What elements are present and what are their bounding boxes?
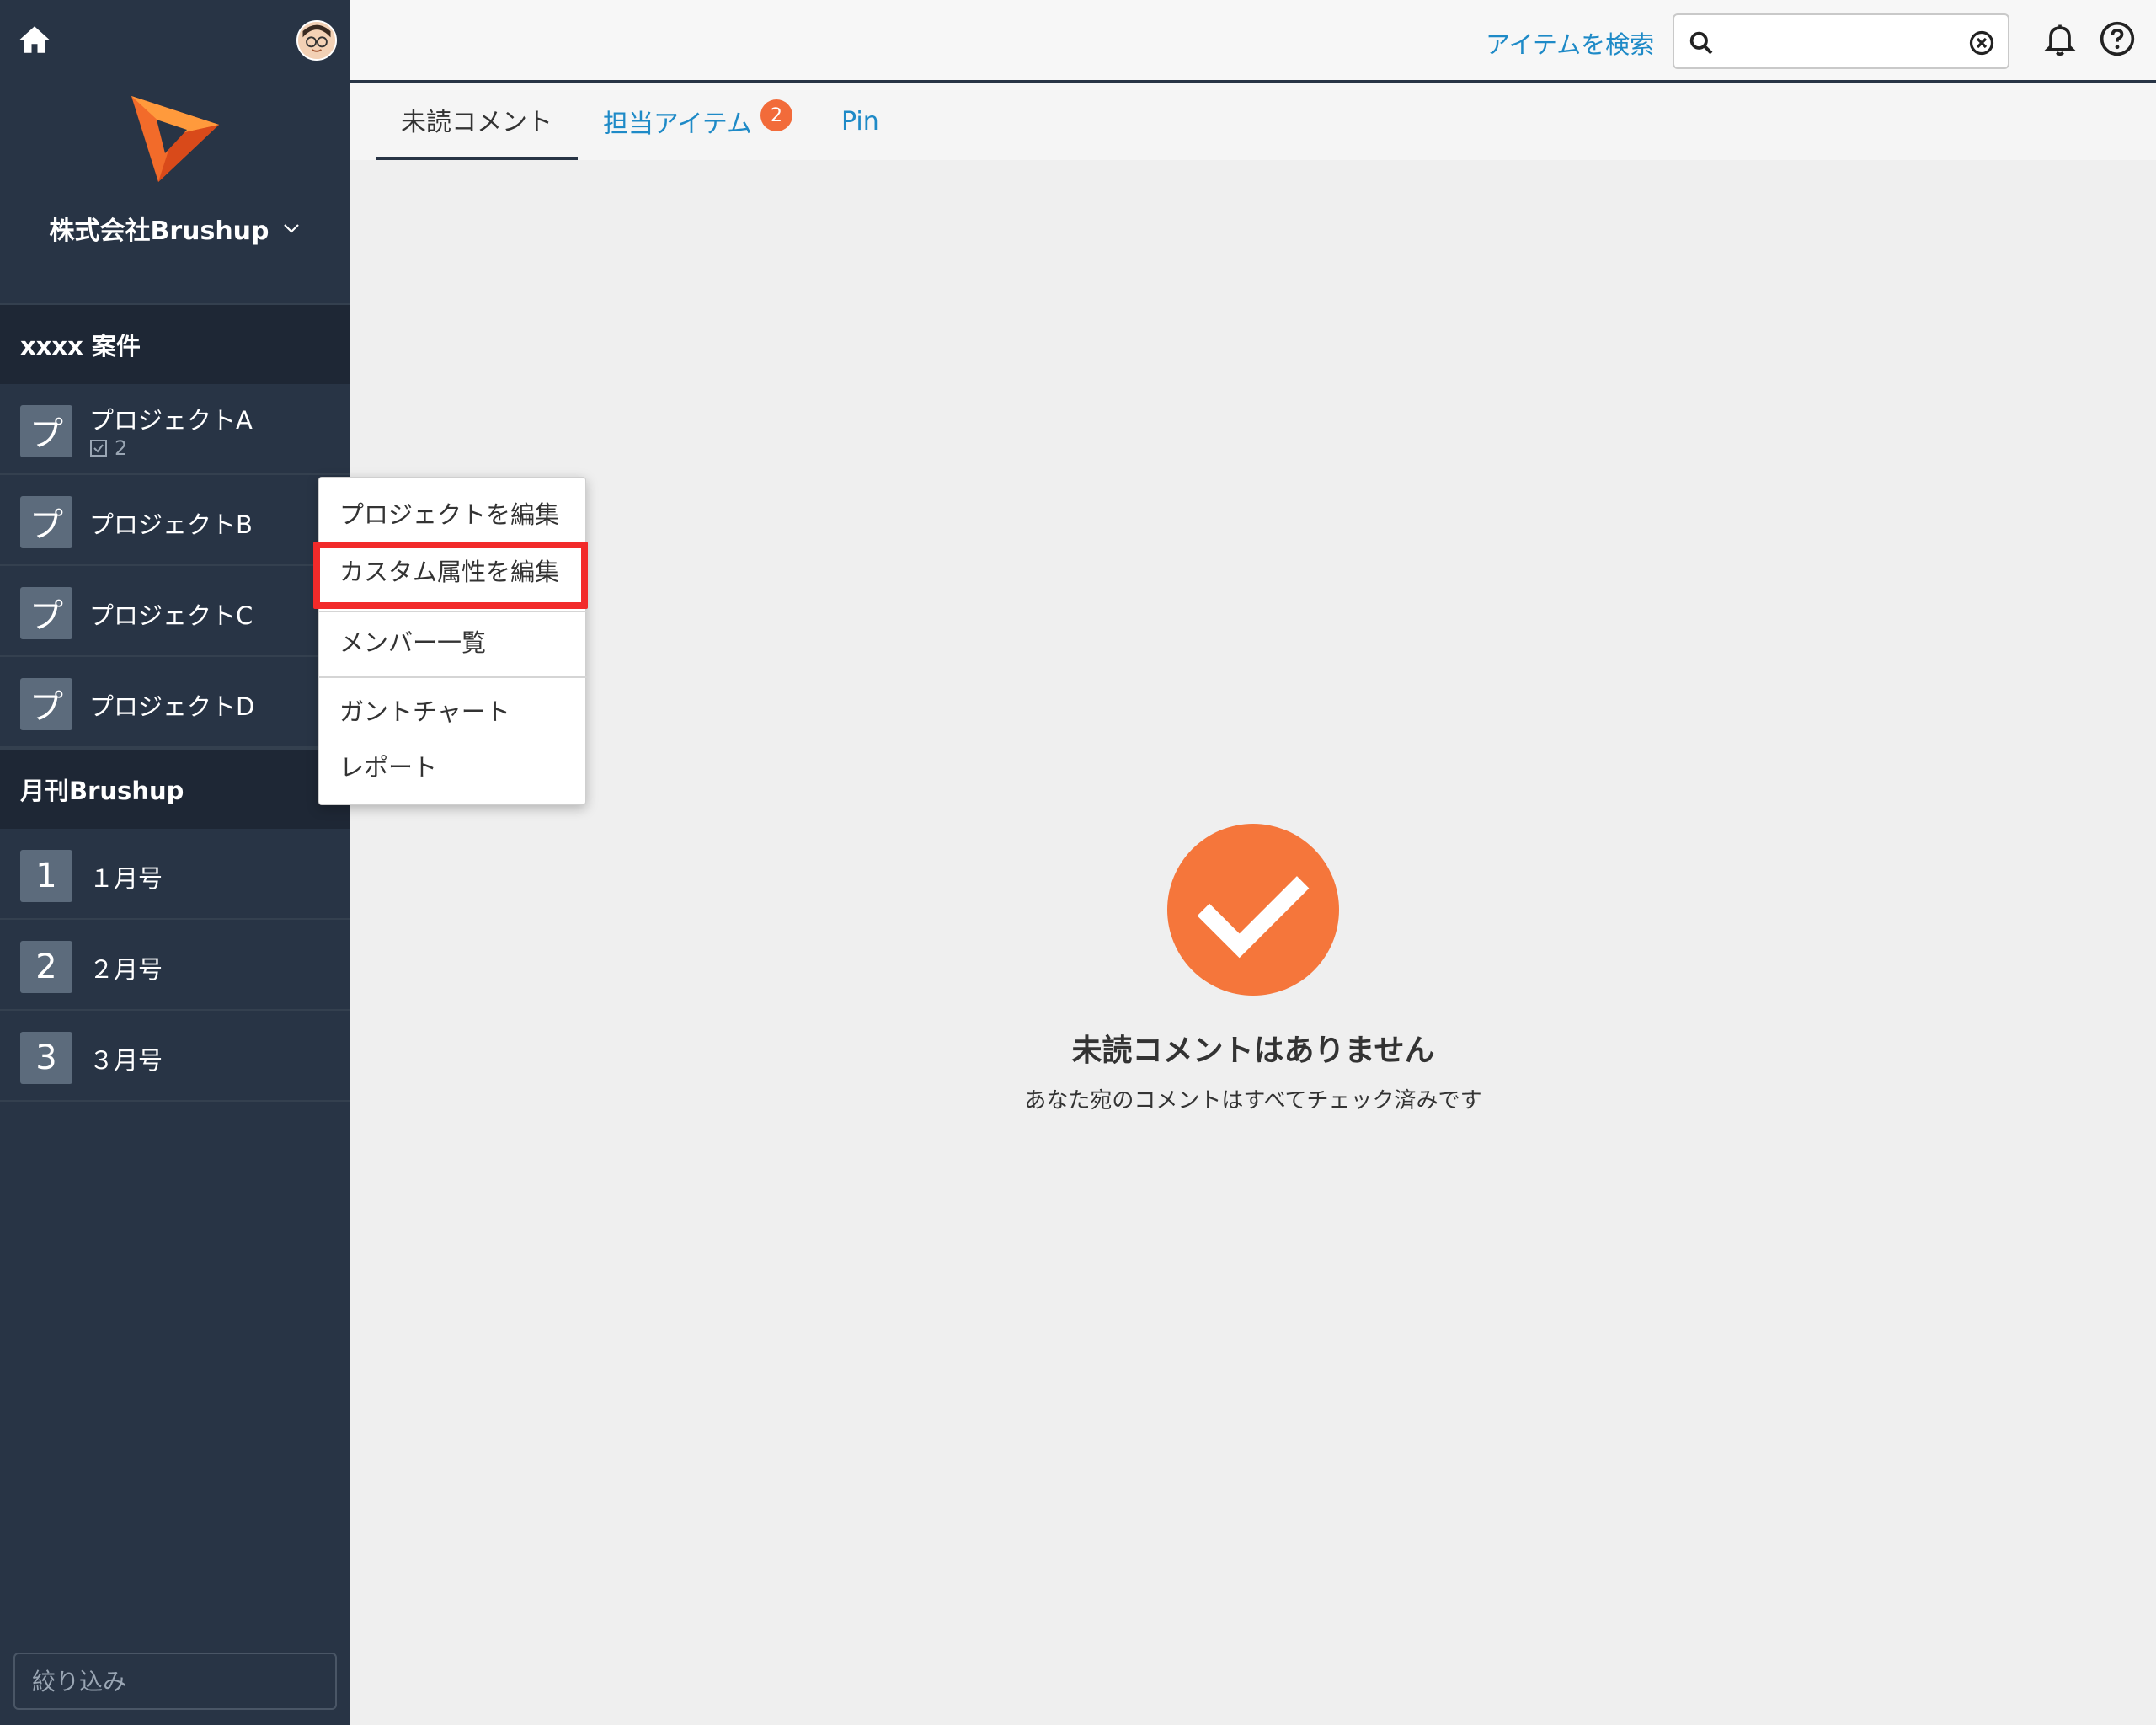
sidebar-item-label: １月号	[89, 864, 163, 893]
bell-icon[interactable]	[2041, 20, 2079, 57]
tab-unread-comments[interactable]: 未読コメント	[376, 83, 578, 160]
org-switcher[interactable]: 株式会社Brushup	[0, 207, 350, 249]
menu-item-gantt-chart[interactable]: ガントチャート	[319, 695, 587, 729]
task-count: 2	[89, 436, 127, 460]
task-check-icon	[90, 440, 107, 457]
top-bar: アイテムを検索	[350, 0, 2156, 83]
tab-pin[interactable]: Pin	[841, 83, 879, 160]
help-icon[interactable]	[2099, 20, 2136, 57]
group-title: 月刊Brushup	[20, 777, 184, 805]
org-name: 株式会社Brushup	[49, 216, 270, 246]
sidebar: 株式会社Brushup xxxx 案件 プ プロジェクトA 2 プ プロジェクト…	[0, 0, 350, 1725]
sidebar-item-project-b[interactable]: プ プロジェクトB	[0, 475, 350, 566]
group-header: 月刊Brushup	[0, 748, 350, 829]
menu-item-edit-custom-attributes[interactable]: カスタム属性を編集	[319, 555, 587, 589]
clear-icon[interactable]	[1969, 30, 1994, 56]
brand-logo	[131, 96, 219, 182]
sidebar-item-label: ３月号	[89, 1046, 163, 1075]
sidebar-item-issue-2[interactable]: 2 ２月号	[0, 920, 350, 1011]
check-circle-icon	[1167, 824, 1339, 996]
group-header: xxxx 案件	[0, 303, 350, 384]
empty-state-title: 未読コメントはありません	[1071, 1033, 1435, 1068]
sidebar-item-label: プロジェクトD	[89, 692, 255, 721]
sidebar-item-issue-1[interactable]: 1 １月号	[0, 829, 350, 920]
task-count-value: 2	[115, 436, 128, 460]
project-icon: プ	[20, 678, 72, 730]
empty-state-subtitle: あなた宛のコメントはすべてチェック済みです	[1024, 1088, 1482, 1114]
search-icon	[1689, 31, 1713, 55]
project-icon: プ	[20, 405, 72, 457]
issue-icon: 1	[20, 850, 72, 902]
issue-icon: 2	[20, 941, 72, 993]
sidebar-item-issue-3[interactable]: 3 ３月号	[0, 1011, 350, 1102]
project-icon: プ	[20, 496, 72, 548]
project-context-menu: プロジェクトを編集 カスタム属性を編集 メンバー一覧 ガントチャート レポート	[318, 477, 587, 805]
sidebar-item-project-a[interactable]: プ プロジェクトA 2	[0, 384, 350, 475]
sidebar-item-project-d[interactable]: プ プロジェクトD	[0, 657, 350, 748]
project-icon: プ	[20, 587, 72, 639]
tab-assigned-items[interactable]: 担当アイテム 2	[603, 83, 792, 160]
count-badge: 2	[760, 99, 792, 131]
home-icon[interactable]	[17, 22, 52, 57]
search-items-link[interactable]: アイテムを検索	[1486, 25, 1654, 61]
sidebar-item-project-c[interactable]: プ プロジェクトC	[0, 566, 350, 657]
tab-label: Pin	[841, 106, 879, 136]
tab-label: 担当アイテム	[603, 109, 752, 139]
group-title: xxxx 案件	[20, 332, 141, 360]
avatar[interactable]	[296, 20, 337, 61]
issue-icon: 3	[20, 1032, 72, 1084]
tab-label: 未読コメント	[401, 108, 552, 137]
menu-item-edit-project[interactable]: プロジェクトを編集	[319, 498, 587, 531]
tab-bar: 未読コメント 担当アイテム 2 Pin	[350, 83, 2156, 160]
menu-divider	[319, 676, 587, 678]
sidebar-item-label: プロジェクトC	[89, 601, 253, 630]
menu-item-member-list[interactable]: メンバー一覧	[319, 626, 587, 660]
sidebar-item-label: プロジェクトA	[89, 406, 253, 435]
menu-divider	[319, 611, 587, 612]
filter-input[interactable]	[13, 1653, 337, 1710]
chevron-down-icon	[283, 224, 299, 233]
search-input[interactable]	[1723, 22, 1959, 62]
sidebar-item-label: プロジェクトB	[89, 510, 253, 539]
menu-item-report[interactable]: レポート	[319, 750, 587, 784]
search-box[interactable]	[1673, 13, 2009, 69]
sidebar-item-label: ２月号	[89, 955, 163, 984]
